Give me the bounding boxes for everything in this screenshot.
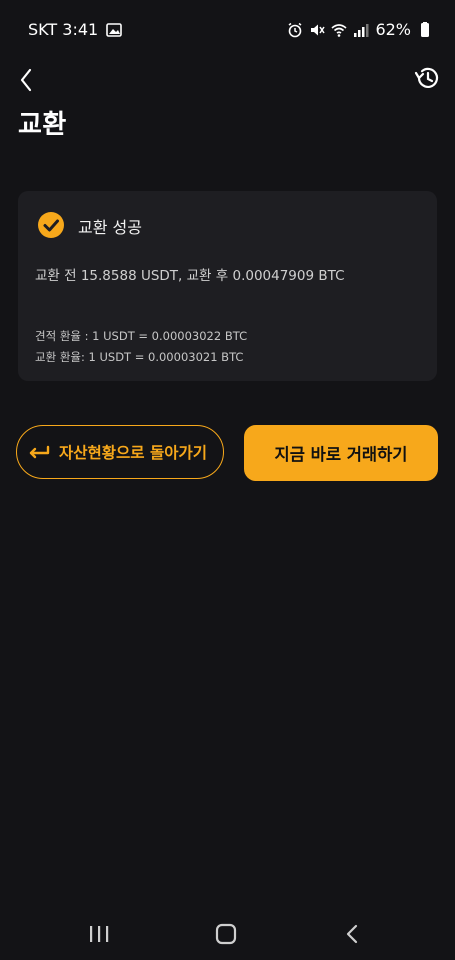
status-right: 62% bbox=[287, 20, 433, 39]
status-bar: SKT 3:41 62% bbox=[0, 0, 455, 60]
trade-now-button[interactable]: 지금 바로 거래하기 bbox=[244, 425, 438, 481]
battery-icon bbox=[417, 21, 433, 38]
estimated-rate: 견적 환율 : 1 USDT = 0.00003022 BTC bbox=[35, 329, 248, 343]
wifi-icon bbox=[331, 22, 347, 38]
recents-icon[interactable] bbox=[88, 924, 110, 944]
status-text: 교환 성공 bbox=[78, 218, 142, 237]
nav-back-icon[interactable] bbox=[344, 923, 360, 945]
exchange-rate: 교환 환율: 1 USDT = 0.00003021 BTC bbox=[35, 350, 244, 364]
signal-icon bbox=[353, 22, 369, 38]
back-button[interactable] bbox=[16, 64, 40, 96]
system-nav-bar bbox=[0, 910, 455, 960]
carrier-time: SKT 3:41 bbox=[28, 20, 99, 39]
battery-percent: 62% bbox=[375, 20, 411, 39]
history-icon bbox=[414, 67, 439, 88]
back-to-assets-label: 자산현황으로 돌아가기 bbox=[59, 444, 207, 462]
return-arrow-icon bbox=[29, 445, 50, 459]
home-icon[interactable] bbox=[215, 923, 237, 945]
mute-icon bbox=[309, 22, 326, 38]
back-to-assets-button[interactable]: 자산현황으로 돌아가기 bbox=[16, 425, 224, 479]
check-circle-icon bbox=[38, 212, 64, 238]
exchange-result-card: 교환 성공 교환 전 15.8588 USDT, 교환 후 0.00047909… bbox=[18, 191, 437, 381]
chevron-left-icon bbox=[20, 68, 32, 92]
page-title: 교환 bbox=[18, 110, 67, 140]
exchange-summary: 교환 전 15.8588 USDT, 교환 후 0.00047909 BTC bbox=[35, 268, 345, 284]
status-left: SKT 3:41 bbox=[28, 20, 123, 39]
alarm-icon bbox=[287, 22, 303, 38]
history-button[interactable] bbox=[413, 64, 441, 92]
gallery-notification-icon bbox=[106, 22, 123, 38]
